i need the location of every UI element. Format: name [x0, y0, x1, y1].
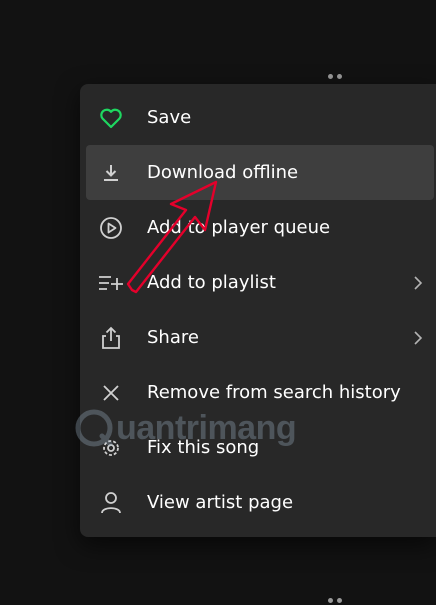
menu-item-add-to-playlist[interactable]: Add to playlist: [86, 255, 434, 310]
menu-item-remove-from-search-history[interactable]: Remove from search history: [86, 365, 434, 420]
play-circle-icon: [98, 215, 124, 241]
chevron-right-icon: [414, 330, 423, 345]
menu-item-label: Save: [147, 107, 192, 128]
menu-item-label: Add to playlist: [147, 272, 276, 293]
menu-item-share[interactable]: Share: [86, 310, 434, 365]
gear-icon: [98, 435, 124, 461]
menu-item-view-artist-page[interactable]: View artist page: [86, 475, 434, 530]
chevron-right-icon: [414, 275, 423, 290]
menu-item-label: Add to player queue: [147, 217, 331, 238]
menu-item-fix-this-song[interactable]: Fix this song: [86, 420, 434, 475]
share-icon: [98, 325, 124, 351]
download-icon: [98, 160, 124, 186]
menu-item-label: Remove from search history: [147, 382, 401, 403]
menu-item-label: Fix this song: [147, 437, 260, 458]
background-more-dots-bottom: [328, 598, 342, 603]
background-more-dots-top: [328, 74, 342, 79]
menu-item-download-offline[interactable]: Download offline: [86, 145, 434, 200]
person-icon: [98, 490, 124, 516]
playlist-add-icon: [98, 270, 124, 296]
menu-item-label: Download offline: [147, 162, 299, 183]
menu-item-save[interactable]: Save: [86, 90, 434, 145]
menu-item-label: Share: [147, 327, 199, 348]
heart-icon: [98, 105, 124, 131]
menu-item-label: View artist page: [147, 492, 294, 513]
context-menu: Save Download offline Add to player queu…: [80, 84, 436, 537]
close-icon: [98, 380, 124, 406]
menu-item-add-to-player-queue[interactable]: Add to player queue: [86, 200, 434, 255]
